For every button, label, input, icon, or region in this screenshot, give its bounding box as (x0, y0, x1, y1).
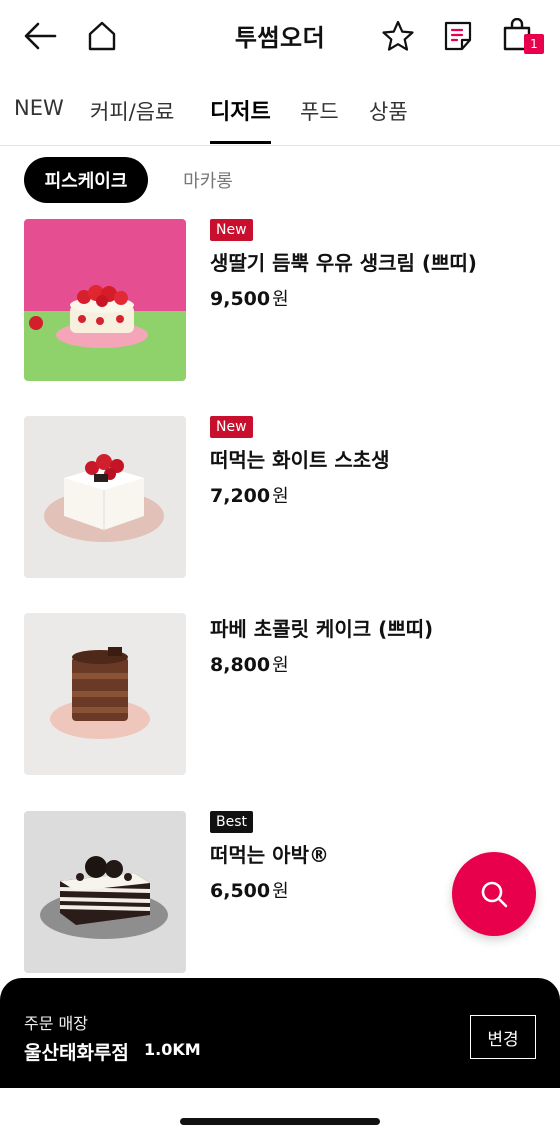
cart-button[interactable]: 1 (498, 14, 546, 58)
cart-count-badge: 1 (524, 34, 544, 54)
product-item[interactable]: 파베 초콜릿 케이크 (쁘띠) 8,800 원 (24, 613, 544, 775)
tab-goods[interactable]: 상품 (369, 96, 408, 146)
home-icon (88, 21, 116, 51)
product-image (24, 416, 186, 578)
subtab-macaron[interactable]: 마카롱 (166, 157, 250, 203)
product-name: 파베 초콜릿 케이크 (쁘띠) (210, 617, 434, 641)
product-info: New 생딸기 듬뿍 우유 생크림 (쁘띠) 9,500 원 (210, 219, 544, 311)
top-app-bar: 투썸오더 1 (0, 0, 560, 72)
store-name: 울산태화루점 (24, 1042, 129, 1064)
product-price: 7,200 원 (210, 485, 289, 507)
home-indicator (180, 1118, 380, 1125)
search-fab-button[interactable] (452, 852, 536, 936)
store-distance: 1.0KM (144, 1040, 201, 1059)
star-icon (382, 20, 414, 51)
product-image (24, 219, 186, 381)
home-button[interactable] (82, 14, 122, 58)
product-info: New 떠먹는 화이트 스초생 7,200 원 (210, 416, 544, 508)
product-image (24, 811, 186, 973)
change-store-button[interactable]: 변경 (470, 1015, 536, 1059)
tab-new[interactable]: NEW (14, 96, 64, 146)
product-item[interactable]: New 생딸기 듬뿍 우유 생크림 (쁘띠) 9,500 원 (24, 219, 544, 381)
search-icon (481, 881, 508, 908)
best-badge: Best (210, 811, 254, 833)
product-info: 파베 초콜릿 케이크 (쁘띠) 8,800 원 (210, 613, 544, 677)
product-name: 생딸기 듬뿍 우유 생크림 (쁘띠) (210, 251, 477, 275)
tab-food[interactable]: 푸드 (300, 96, 339, 146)
favorite-button[interactable] (378, 14, 418, 58)
receipt-icon (444, 21, 472, 51)
tab-coffee-beverage[interactable]: 커피/음료 (90, 96, 174, 146)
new-badge: New (210, 416, 253, 438)
new-badge: New (210, 219, 253, 241)
back-button[interactable] (20, 14, 60, 58)
page-title: 투썸오더 (234, 24, 326, 52)
product-image (24, 613, 186, 775)
product-price: 8,800 원 (210, 654, 289, 676)
category-tabs: NEW 커피/음료 디저트 푸드 상품 (0, 88, 560, 146)
order-history-button[interactable] (438, 14, 478, 58)
product-name: 떠먹는 화이트 스초생 (210, 448, 390, 472)
tab-dessert[interactable]: 디저트 (210, 94, 271, 144)
store-label: 주문 매장 (24, 1014, 88, 1033)
store-selection-bar: 주문 매장 울산태화루점 1.0KM 변경 (0, 978, 560, 1088)
product-item[interactable]: New 떠먹는 화이트 스초생 7,200 원 (24, 416, 544, 578)
subtab-piece-cake[interactable]: 피스케이크 (24, 157, 148, 203)
back-arrow-icon (24, 22, 57, 50)
product-price: 9,500 원 (210, 288, 289, 310)
